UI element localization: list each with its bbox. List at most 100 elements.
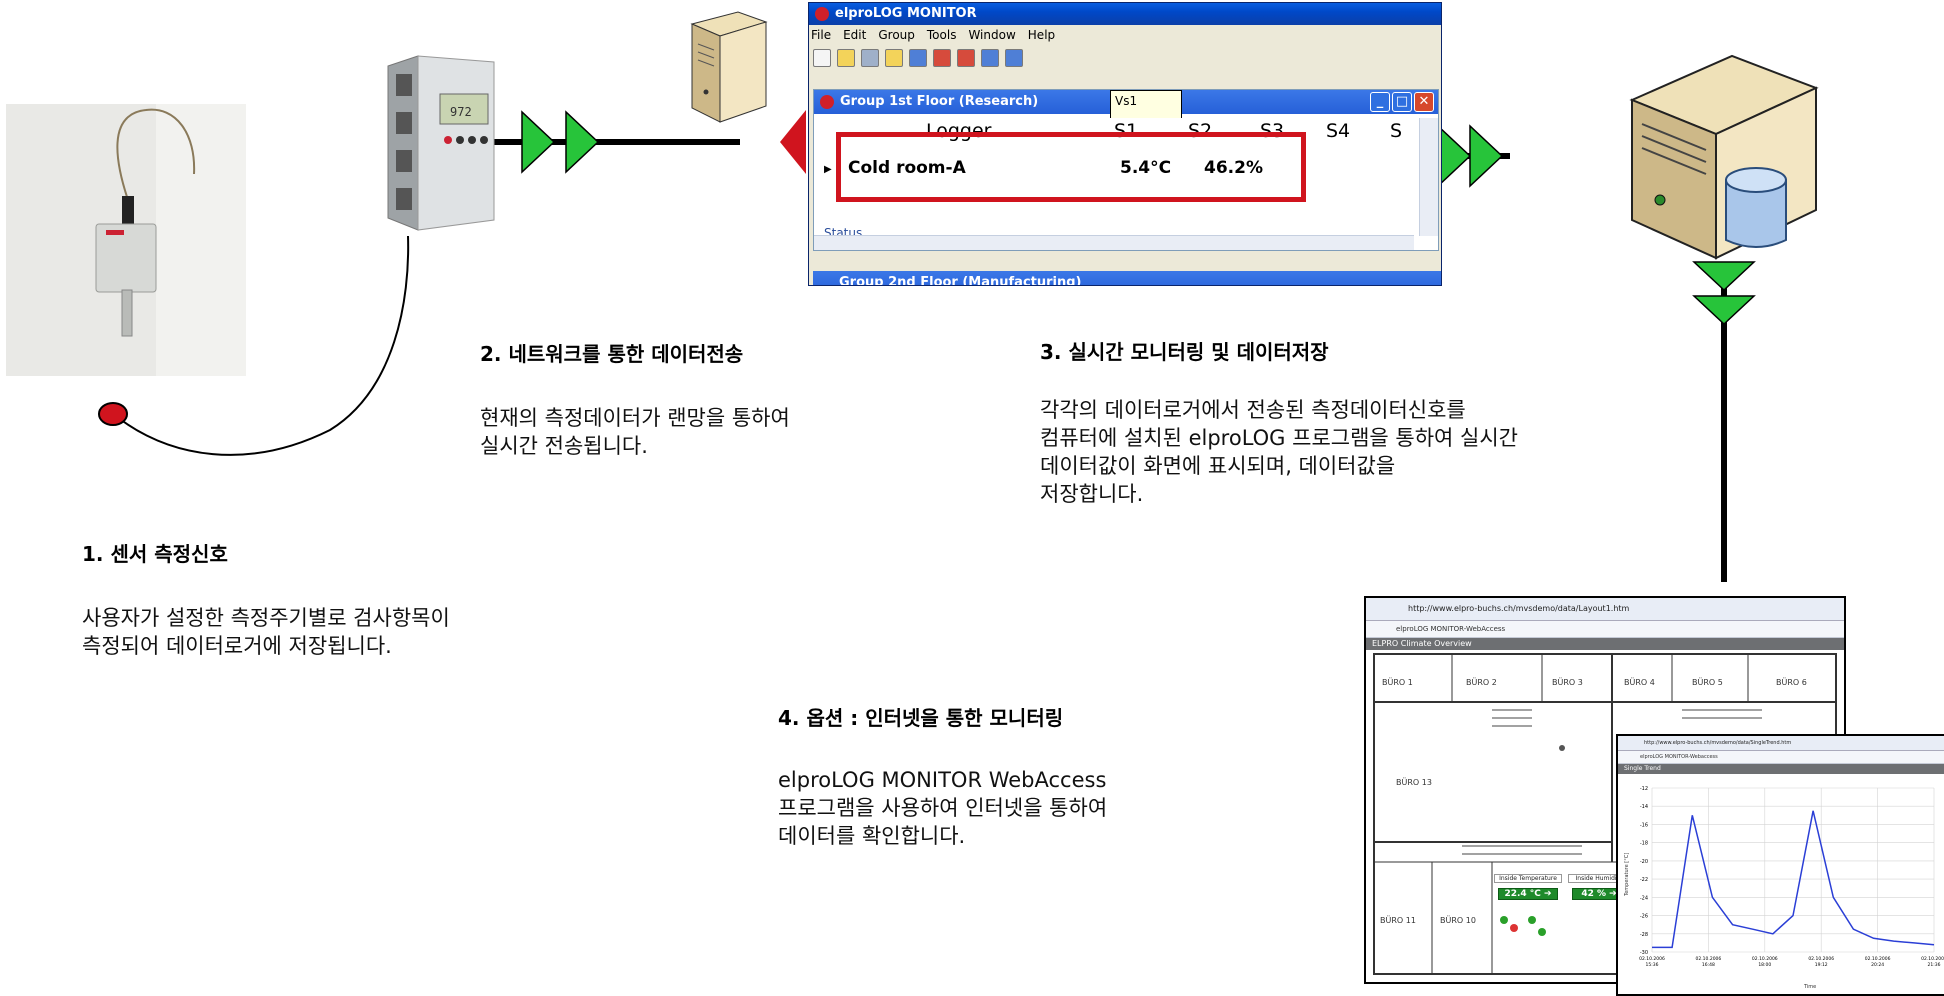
room-label-2: BÜRO 2 — [1466, 678, 1497, 687]
pc-tower-icon — [690, 11, 768, 123]
arrow-down-2 — [1692, 295, 1756, 326]
trend-y-tick: -22 — [1640, 877, 1648, 883]
room-label-3: BÜRO 3 — [1552, 678, 1583, 687]
room-label-1: BÜRO 1 — [1382, 678, 1413, 687]
trend-y-tick: -24 — [1640, 895, 1648, 901]
room-label-13: BÜRO 13 — [1396, 778, 1432, 787]
close-icon[interactable]: ✕ — [1414, 92, 1434, 112]
trend-x-label: Time — [1803, 984, 1816, 990]
minimize-icon[interactable]: _ — [1370, 92, 1390, 112]
sensor-dot — [98, 402, 128, 426]
col-s4[interactable]: S4 — [1326, 120, 1350, 142]
trend-y-tick: -14 — [1640, 804, 1648, 810]
trend-y-tick: -20 — [1640, 859, 1648, 865]
trend-x-tick: 18:00 — [1758, 962, 1771, 968]
group-logo-icon — [820, 95, 834, 109]
arrow-down-1 — [1692, 261, 1756, 292]
toolbar — [809, 45, 1441, 71]
trend-x-tick: 16:48 — [1702, 962, 1715, 968]
group-title: Group 1st Floor (Research) — [840, 94, 1039, 109]
trend-x-tick: 21:36 — [1928, 962, 1941, 968]
step3-title: 3. 실시간 모니터링 및 데이터저장 — [1040, 340, 1329, 364]
col-s5[interactable]: S — [1390, 120, 1402, 142]
room-label-11: BÜRO 11 — [1380, 916, 1416, 925]
trend-y-tick: -16 — [1640, 822, 1648, 828]
step3-text: 각각의 데이터로거에서 전송된 측정데이터신호를 컴퓨터에 설치된 elproL… — [1040, 398, 1518, 506]
arrow-right-4 — [1469, 124, 1504, 188]
trend-x-tick: 20:24 — [1871, 962, 1884, 968]
row-pointer-icon: ▶ — [824, 164, 832, 175]
alarm-icon[interactable] — [957, 49, 975, 67]
group-title-bar: Group 1st Floor (Research) Vs1 _ □ ✕ — [814, 90, 1438, 120]
info-icon[interactable] — [909, 49, 927, 67]
address-bar[interactable]: http://www.elpro-buchs.ch/mvsdemo/data/L… — [1366, 598, 1844, 621]
browser-tab[interactable]: elproLOG MONITOR-WebAccess — [1366, 621, 1844, 638]
trend-x-tick: 02.10.2006 — [1808, 956, 1834, 962]
overview-header: ELPRO Climate Overview — [1366, 638, 1844, 650]
maximize-icon[interactable]: □ — [1392, 92, 1412, 112]
room-label-5: BÜRO 5 — [1692, 678, 1723, 687]
trend-x-tick: 02.10.2006 — [1752, 956, 1778, 962]
step2-title: 2. 네트워크를 통한 데이터전송 — [480, 342, 744, 366]
arrow-right-1 — [521, 110, 556, 174]
trend-y-tick: -28 — [1640, 932, 1648, 938]
help-icon[interactable] — [981, 49, 999, 67]
trend-address-bar[interactable]: http://www.elpro-buchs.ch/mvsdemo/data/S… — [1618, 736, 1944, 751]
about-icon[interactable] — [1005, 49, 1023, 67]
menu-bar: File Edit Group Tools Window Help — [809, 25, 1441, 45]
group-window-2-title: Group 2nd Floor (Manufacturing) — [813, 271, 1441, 286]
trend-x-tick: 02.10.2006 — [1639, 956, 1665, 962]
svg-text:972: 972 — [450, 105, 472, 119]
step4-text: elproLOG MONITOR WebAccess 프로그램을 사용하여 인터… — [778, 768, 1108, 848]
trend-browser-tab[interactable]: elproLOG MONITOR-Webaccess — [1618, 751, 1944, 764]
arrow-right-3 — [1437, 124, 1472, 188]
trend-y-tick: -26 — [1640, 914, 1648, 920]
tooltip-vs1: Vs1 — [1110, 90, 1182, 120]
trend-x-tick: 19:12 — [1815, 962, 1828, 968]
menu-tools[interactable]: Tools — [927, 25, 957, 45]
vertical-scrollbar[interactable] — [1419, 118, 1438, 236]
trend-y-label: Temperature [°C] — [1624, 853, 1630, 897]
room-label-4: BÜRO 4 — [1624, 678, 1655, 687]
menu-file[interactable]: File — [811, 25, 831, 45]
menu-edit[interactable]: Edit — [843, 25, 866, 45]
arrow-right-2 — [565, 110, 600, 174]
trend-y-tick: -18 — [1640, 841, 1648, 847]
sensor-photo — [6, 104, 246, 376]
trend-y-tick: -30 — [1640, 950, 1648, 956]
trend-x-tick: 02.10.2006 — [1696, 956, 1722, 962]
elprolog-monitor-window: elproLOG MONITOR File Edit Group Tools W… — [808, 2, 1442, 286]
room-label-10: BÜRO 10 — [1440, 916, 1476, 925]
step1-title: 1. 센서 측정신호 — [82, 542, 228, 566]
report-icon[interactable] — [933, 49, 951, 67]
data-logger-device: 972 — [387, 55, 495, 231]
window-controls: _ □ ✕ — [1370, 92, 1434, 112]
step2-text: 현재의 측정데이터가 랜망을 통하여 실시간 전송됩니다. — [480, 406, 790, 458]
highlight-box — [836, 132, 1306, 202]
step1-text: 사용자가 설정한 측정주기별로 검사항목이 측정되어 데이터로거에 저장됩니다. — [82, 606, 450, 658]
trend-x-tick: 02.10.2006 — [1865, 956, 1891, 962]
temp-badge[interactable]: 22.4 °C ➔ — [1498, 888, 1558, 900]
horizontal-scrollbar[interactable] — [814, 235, 1414, 250]
app-logo-icon — [815, 7, 829, 21]
new-file-icon[interactable] — [813, 49, 831, 67]
open-folder-icon[interactable] — [837, 49, 855, 67]
network-icon[interactable] — [861, 49, 879, 67]
group-window-1: Group 1st Floor (Research) Vs1 _ □ ✕ Log… — [813, 89, 1439, 251]
menu-window[interactable]: Window — [968, 25, 1015, 45]
app-title-bar: elproLOG MONITOR — [809, 3, 1441, 25]
database-server-icon — [1629, 54, 1819, 260]
step4-title: 4. 옵션 : 인터넷을 통한 모니터링 — [778, 706, 1064, 730]
trend-y-tick: -12 — [1640, 786, 1648, 792]
web-trend-browser: http://www.elpro-buchs.ch/mvsdemo/data/S… — [1616, 734, 1944, 996]
temp-label: Inside Temperature — [1494, 874, 1562, 883]
trend-x-tick: 15:36 — [1646, 962, 1659, 968]
group2-title: Group 2nd Floor (Manufacturing) — [839, 275, 1082, 286]
menu-help[interactable]: Help — [1028, 25, 1055, 45]
arrow-red — [780, 110, 806, 174]
trend-x-tick: 02.10.2006 — [1921, 956, 1944, 962]
room-label-6: BÜRO 6 — [1776, 678, 1807, 687]
menu-group[interactable]: Group — [878, 25, 915, 45]
app-title: elproLOG MONITOR — [835, 6, 977, 21]
settings-icon[interactable] — [885, 49, 903, 67]
